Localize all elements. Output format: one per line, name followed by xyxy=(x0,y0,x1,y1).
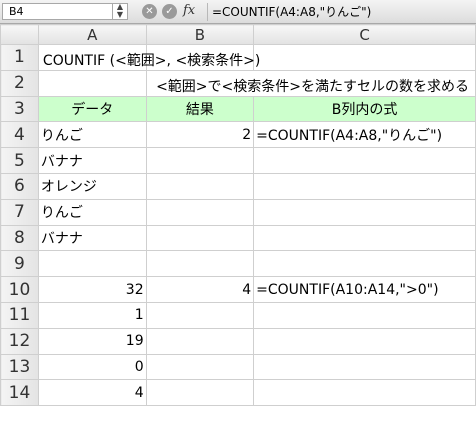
header-data[interactable]: データ xyxy=(37,95,147,123)
row-header-6[interactable]: 6 xyxy=(0,172,39,200)
cell-c7[interactable] xyxy=(253,198,476,226)
cell-c11[interactable] xyxy=(253,301,476,329)
cell-b8[interactable] xyxy=(145,224,255,252)
formula-bar-divider xyxy=(207,3,208,21)
cell-c9[interactable] xyxy=(253,250,476,278)
cell-c4[interactable]: =COUNTIF(A4:A8,"りんご") xyxy=(253,121,476,149)
formula-input[interactable]: =COUNTIF(A4:A8,"りんご") xyxy=(212,3,474,21)
cell-c8[interactable] xyxy=(253,224,476,252)
row-header-13[interactable]: 13 xyxy=(0,353,39,381)
cell-b11[interactable] xyxy=(145,301,255,329)
cell-a4[interactable]: りんご xyxy=(37,121,147,149)
row-header-12[interactable]: 12 xyxy=(0,327,39,355)
cell-a10[interactable]: 32 xyxy=(37,276,147,303)
cell-a5[interactable]: バナナ xyxy=(37,147,147,174)
cell-a7[interactable]: りんご xyxy=(37,198,147,226)
cell-c5[interactable] xyxy=(253,147,476,174)
row-header-5[interactable]: 5 xyxy=(0,147,39,174)
column-header-a[interactable]: A xyxy=(37,24,147,45)
row-header-8[interactable]: 8 xyxy=(0,224,39,252)
row-header-9[interactable]: 9 xyxy=(0,250,39,278)
cell-b10[interactable]: 4 xyxy=(145,276,255,303)
row-header-3[interactable]: 3 xyxy=(0,95,39,123)
cell-a14[interactable]: 4 xyxy=(37,379,147,407)
row-header-11[interactable]: 11 xyxy=(0,301,39,329)
cancel-icon[interactable]: ✕ xyxy=(142,4,157,19)
title-text: COUNTIF (<範囲>, <検索条件>) xyxy=(42,53,261,69)
cell-c14[interactable] xyxy=(253,379,476,407)
row-header-10[interactable]: 10 xyxy=(0,276,39,303)
cell-c6[interactable] xyxy=(253,172,476,200)
name-box[interactable]: B4 ▲ ▼ xyxy=(2,3,128,20)
cell-a6[interactable]: オレンジ xyxy=(37,172,147,200)
cell-a11[interactable]: 1 xyxy=(37,301,147,329)
description-text: <範囲>で<検索条件>を満たすセルの数を求める xyxy=(156,78,469,95)
select-all-corner[interactable] xyxy=(0,24,39,45)
cell-a9[interactable] xyxy=(37,250,147,278)
cell-c12[interactable] xyxy=(253,327,476,355)
column-header-b[interactable]: B xyxy=(145,24,255,45)
cell-a12[interactable]: 19 xyxy=(37,327,147,355)
cell-c1[interactable] xyxy=(253,44,476,71)
confirm-icon[interactable]: ✓ xyxy=(162,4,177,19)
column-header-c[interactable]: C xyxy=(253,24,476,45)
name-box-value: B4 xyxy=(9,5,24,18)
header-result[interactable]: 結果 xyxy=(145,95,255,123)
row-header-4[interactable]: 4 xyxy=(0,121,39,149)
spreadsheet-grid: A B C 1 COUNTIF (<範囲>, <検索条件>) 2 <範囲>で<検… xyxy=(0,24,476,407)
cell-a13[interactable]: 0 xyxy=(37,353,147,381)
cell-b6[interactable] xyxy=(145,172,255,200)
cell-c10[interactable]: =COUNTIF(A10:A14,">0") xyxy=(253,276,476,303)
formula-bar: B4 ▲ ▼ ✕ ✓ fx =COUNTIF(A4:A8,"りんご") xyxy=(0,0,476,24)
cell-b7[interactable] xyxy=(145,198,255,226)
cell-b9[interactable] xyxy=(145,250,255,278)
row-header-14[interactable]: 14 xyxy=(0,379,39,407)
cell-b13[interactable] xyxy=(145,353,255,381)
row-header-2[interactable]: 2 xyxy=(0,69,39,97)
cell-b12[interactable] xyxy=(145,327,255,355)
row-header-1[interactable]: 1 xyxy=(0,44,39,71)
cell-b5[interactable] xyxy=(145,147,255,174)
cell-b14[interactable] xyxy=(145,379,255,407)
cell-a2[interactable] xyxy=(37,69,147,97)
cell-a8[interactable]: バナナ xyxy=(37,224,147,252)
row-header-7[interactable]: 7 xyxy=(0,198,39,226)
header-formula[interactable]: B列内の式 xyxy=(253,95,476,123)
function-icon[interactable]: fx xyxy=(183,3,195,18)
cell-b4[interactable]: 2 xyxy=(145,121,255,149)
cell-a1[interactable]: COUNTIF (<範囲>, <検索条件>) xyxy=(37,44,260,71)
cell-b2[interactable]: <範囲>で<検索条件>を満たすセルの数を求める xyxy=(145,69,476,97)
cell-c13[interactable] xyxy=(253,353,476,381)
name-box-stepper-icon[interactable]: ▲ ▼ xyxy=(112,3,127,20)
